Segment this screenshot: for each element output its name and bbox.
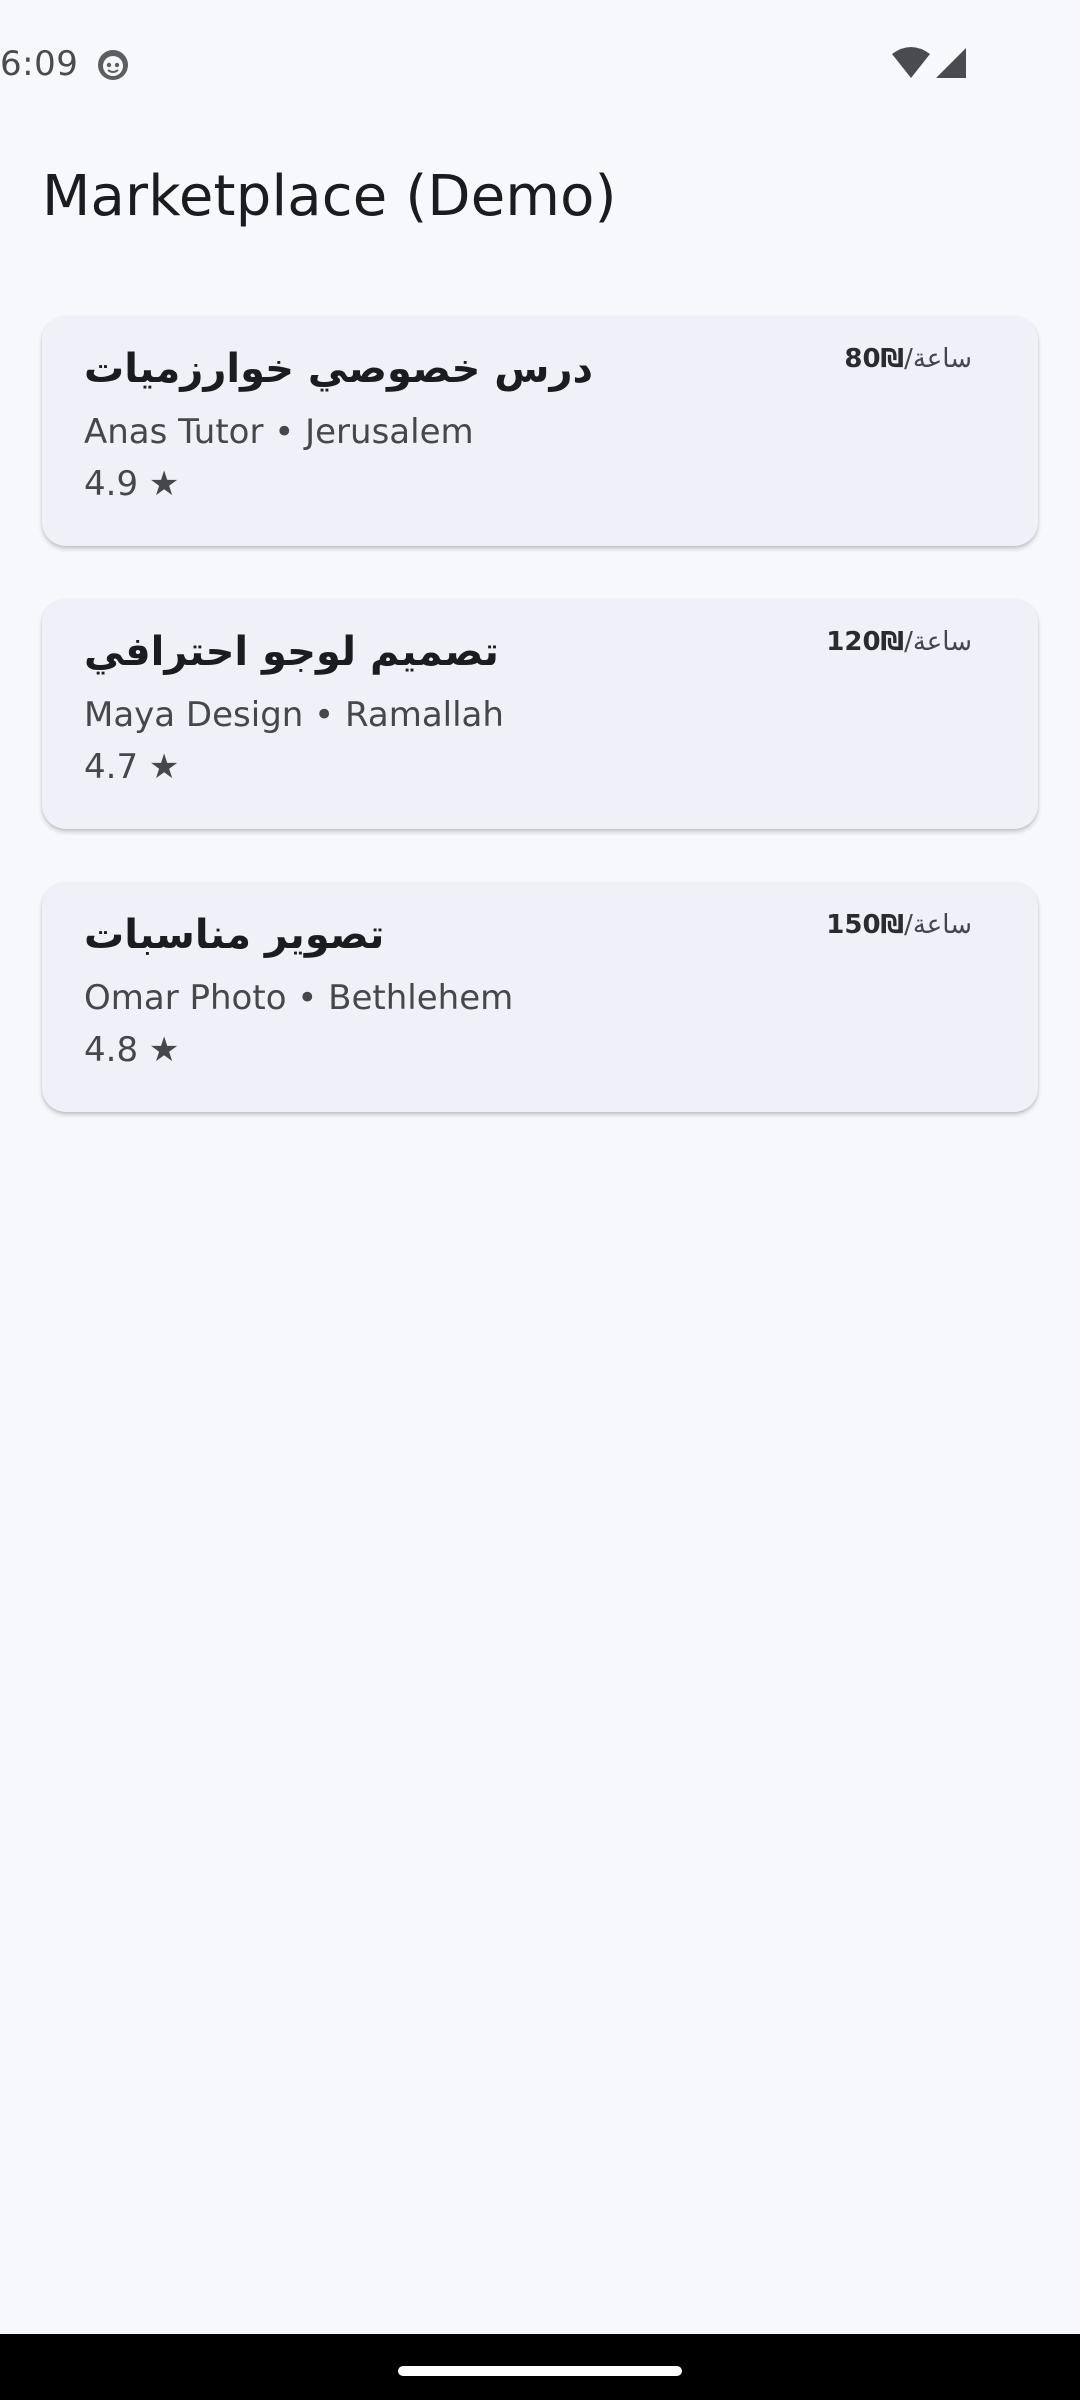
status-time: 6:09	[0, 44, 79, 84]
listing-rating: 4.7 ★	[84, 747, 180, 787]
home-indicator[interactable]	[398, 2366, 682, 2376]
app-notification-icon	[98, 50, 128, 80]
price-unit: /ساعة	[904, 344, 972, 374]
listing-rating: 4.8 ★	[84, 1030, 180, 1070]
listing-provider-location: Maya Design • Ramallah	[84, 695, 504, 735]
listing-rating: 4.9 ★	[84, 464, 180, 504]
listing-list: درس خصوصي خوارزميات 80₪/ساعة Anas Tutor …	[42, 316, 1038, 1165]
listing-provider-location: Anas Tutor • Jerusalem	[84, 412, 474, 452]
listing-price: 120₪/ساعة	[826, 627, 972, 657]
price-amount: 80₪	[844, 344, 905, 374]
listing-title: درس خصوصي خوارزميات	[84, 346, 594, 392]
listing-card[interactable]: درس خصوصي خوارزميات 80₪/ساعة Anas Tutor …	[42, 316, 1038, 546]
price-unit: /ساعة	[904, 627, 972, 657]
listing-price: 80₪/ساعة	[844, 344, 972, 374]
price-amount: 150₪	[826, 910, 905, 940]
price-amount: 120₪	[826, 627, 905, 657]
navigation-bar	[0, 2334, 1080, 2400]
listing-card[interactable]: تصوير مناسبات 150₪/ساعة Omar Photo • Bet…	[42, 882, 1038, 1112]
listing-price: 150₪/ساعة	[826, 910, 972, 940]
listing-title: تصوير مناسبات	[84, 912, 385, 958]
page-title: Marketplace (Demo)	[42, 164, 617, 229]
listing-provider-location: Omar Photo • Bethlehem	[84, 978, 514, 1018]
listing-card[interactable]: تصميم لوجو احترافي 120₪/ساعة Maya Design…	[42, 599, 1038, 829]
wifi-icon	[892, 47, 930, 78]
price-unit: /ساعة	[904, 910, 972, 940]
listing-title: تصميم لوجو احترافي	[84, 629, 499, 675]
status-bar: 6:09	[0, 0, 1080, 130]
cell-signal-icon	[936, 48, 966, 78]
